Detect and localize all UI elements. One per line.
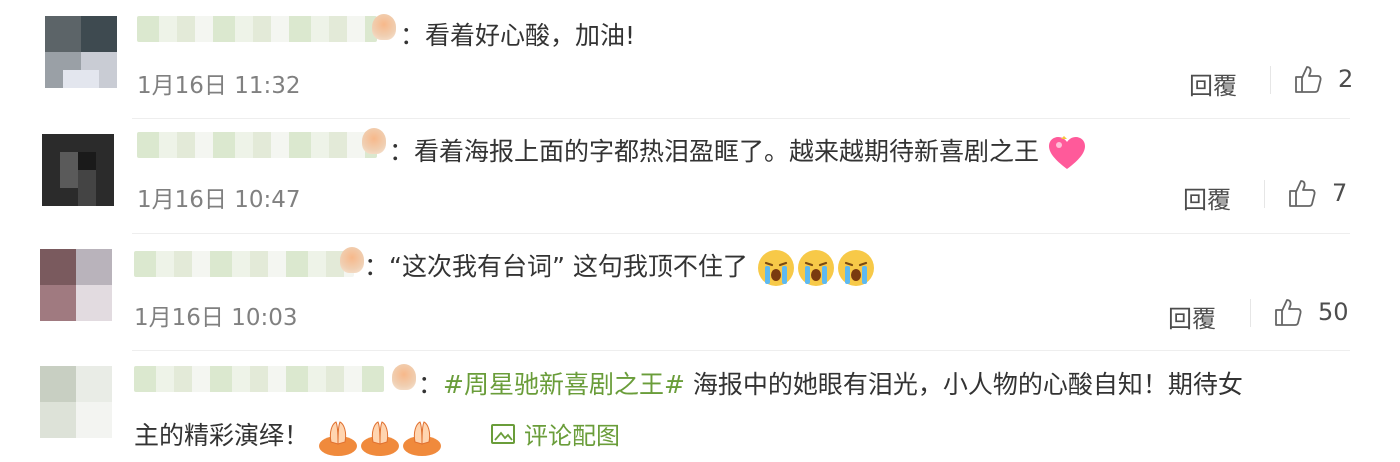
separator (1264, 180, 1265, 208)
comment-text: ：看着好心酸，加油! (400, 21, 636, 50)
divider (132, 118, 1350, 119)
divider (132, 350, 1350, 351)
avatar[interactable] (42, 134, 114, 206)
crying-emoji (797, 250, 834, 286)
like-count: 50 (1318, 298, 1349, 326)
comment-text: ：“这次我有台词” 这句我顶不住了 (364, 247, 876, 288)
avatar[interactable] (45, 16, 117, 88)
like-button[interactable]: 2 (1292, 62, 1353, 96)
reply-button[interactable]: 回覆 (1189, 66, 1237, 101)
comment-item: ：#周星驰新喜剧之王# 海报中的她眼有泪光，小人物的心酸自知！期待女 主的精彩演… (0, 352, 1400, 462)
reply-button[interactable]: 回覆 (1183, 180, 1231, 215)
like-button[interactable]: 50 (1272, 295, 1349, 329)
separator (1250, 299, 1251, 327)
like-count: 2 (1338, 65, 1354, 93)
user-badge-icon (392, 364, 416, 390)
username[interactable] (134, 366, 384, 392)
avatar[interactable] (40, 366, 112, 438)
user-badge-icon (362, 128, 386, 154)
heart-emoji (1048, 136, 1085, 169)
comment-text: 主的精彩演绎！ (134, 416, 443, 456)
comment-time: 1月16日 11:32 (137, 73, 301, 99)
user-badge-icon (372, 14, 396, 40)
divider (132, 233, 1350, 234)
praying-hands-emoji (318, 421, 357, 456)
image-icon (491, 423, 515, 444)
avatar[interactable] (40, 249, 112, 321)
thumbs-up-icon (1275, 299, 1302, 326)
comment-time: 1月16日 10:03 (134, 305, 298, 331)
crying-emoji (837, 250, 874, 286)
username[interactable] (137, 16, 377, 42)
separator (1270, 66, 1271, 94)
praying-hands-emoji (402, 421, 441, 456)
view-comment-image-button[interactable]: 评论配图 (490, 416, 620, 451)
comment-time: 1月16日 10:47 (137, 187, 301, 213)
user-badge-icon (340, 247, 364, 273)
comment-item: ：看着好心酸，加油! 1月16日 11:32 回覆 2 (0, 0, 1400, 120)
thumbs-up-icon (1295, 66, 1322, 93)
comment-item: ：“这次我有台词” 这句我顶不住了 1月16日 10:03 回覆 50 (0, 235, 1400, 350)
view-comment-image-label: 评论配图 (524, 422, 620, 450)
username[interactable] (134, 251, 354, 277)
username[interactable] (137, 132, 377, 158)
comment-item: ：看着海报上面的字都热泪盈眶了。越来越期待新喜剧之王 1月16日 10:47 回… (0, 120, 1400, 235)
crying-emoji (757, 250, 794, 286)
praying-hands-emoji (360, 421, 399, 456)
like-count: 7 (1332, 179, 1348, 207)
like-button[interactable]: 7 (1286, 176, 1347, 210)
comment-text: ：#周星驰新喜剧之王# 海报中的她眼有泪光，小人物的心酸自知！期待女 (418, 370, 1243, 399)
topic-link[interactable]: #周星驰新喜剧之王# (443, 370, 685, 399)
comment-text: ：看着海报上面的字都热泪盈眶了。越来越期待新喜剧之王 (389, 132, 1087, 171)
thumbs-up-icon (1289, 180, 1316, 207)
reply-button[interactable]: 回覆 (1168, 299, 1216, 334)
